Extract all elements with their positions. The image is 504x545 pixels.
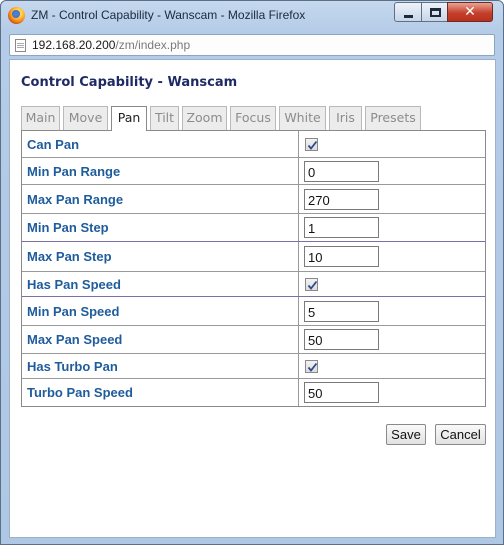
pan-settings-table: Can Pan Min Pan Range Max Pan Range Min … bbox=[21, 130, 486, 407]
has-pan-speed-checkbox[interactable] bbox=[305, 277, 318, 291]
row-can-pan: Can Pan bbox=[22, 131, 485, 157]
field-label: Max Pan Step bbox=[22, 242, 299, 271]
url-bar[interactable]: 192.168.20.200/zm/index.php bbox=[9, 34, 495, 56]
field-label: Min Pan Range bbox=[22, 158, 299, 184]
close-button[interactable]: ✕ bbox=[447, 2, 493, 22]
row-max-pan-step: Max Pan Step bbox=[22, 241, 485, 271]
row-min-pan-step: Min Pan Step bbox=[22, 213, 485, 241]
has-turbo-pan-checkbox[interactable] bbox=[305, 359, 318, 373]
close-icon: ✕ bbox=[464, 4, 476, 20]
field-label: Max Pan Speed bbox=[22, 326, 299, 353]
title-bar[interactable]: ZM - Control Capability - Wanscam - Mozi… bbox=[1, 1, 503, 31]
field-label: Min Pan Step bbox=[22, 214, 299, 241]
min-pan-step-input[interactable] bbox=[304, 217, 379, 238]
tab-tilt[interactable]: Tilt bbox=[150, 106, 179, 130]
page-icon bbox=[15, 39, 26, 52]
row-has-turbo-pan: Has Turbo Pan bbox=[22, 353, 485, 378]
minimize-icon bbox=[404, 15, 413, 18]
field-label: Can Pan bbox=[22, 131, 299, 157]
tab-pan[interactable]: Pan bbox=[111, 106, 147, 131]
tab-iris[interactable]: Iris bbox=[329, 106, 362, 130]
url-path: /zm/index.php bbox=[115, 38, 191, 52]
field-label: Has Turbo Pan bbox=[22, 354, 299, 378]
firefox-icon bbox=[8, 7, 25, 24]
turbo-pan-speed-input[interactable] bbox=[304, 382, 379, 403]
can-pan-checkbox[interactable] bbox=[305, 137, 318, 151]
min-pan-speed-input[interactable] bbox=[304, 300, 379, 322]
browser-window: ZM - Control Capability - Wanscam - Mozi… bbox=[0, 0, 504, 545]
min-pan-range-input[interactable] bbox=[304, 160, 379, 182]
max-pan-step-input[interactable] bbox=[304, 246, 379, 267]
maximize-button[interactable] bbox=[421, 2, 448, 22]
cancel-button[interactable]: Cancel bbox=[435, 424, 486, 445]
tab-white[interactable]: White bbox=[279, 106, 326, 130]
row-turbo-pan-speed: Turbo Pan Speed bbox=[22, 378, 485, 406]
field-label: Has Pan Speed bbox=[22, 272, 299, 296]
save-button[interactable]: Save bbox=[386, 424, 426, 445]
tab-presets[interactable]: Presets bbox=[365, 106, 421, 130]
page-title: Control Capability - Wanscam bbox=[21, 75, 238, 90]
row-min-pan-range: Min Pan Range bbox=[22, 157, 485, 184]
tab-zoom[interactable]: Zoom bbox=[182, 106, 227, 130]
tab-main[interactable]: Main bbox=[21, 106, 60, 130]
row-has-pan-speed: Has Pan Speed bbox=[22, 271, 485, 296]
row-max-pan-range: Max Pan Range bbox=[22, 184, 485, 213]
minimize-button[interactable] bbox=[394, 2, 422, 22]
row-min-pan-speed: Min Pan Speed bbox=[22, 296, 485, 325]
url-host: 192.168.20.200 bbox=[32, 38, 116, 52]
checkmark-icon bbox=[307, 280, 318, 290]
url-text[interactable]: 192.168.20.200/zm/index.php bbox=[32, 38, 190, 52]
max-pan-speed-input[interactable] bbox=[304, 329, 379, 350]
field-label: Min Pan Speed bbox=[22, 297, 299, 325]
field-label: Turbo Pan Speed bbox=[22, 379, 299, 406]
checkmark-icon bbox=[307, 140, 318, 150]
tab-focus[interactable]: Focus bbox=[230, 106, 276, 130]
field-label: Max Pan Range bbox=[22, 185, 299, 213]
tab-move[interactable]: Move bbox=[63, 106, 108, 130]
max-pan-range-input[interactable] bbox=[304, 188, 379, 210]
maximize-icon bbox=[430, 8, 441, 17]
window-title: ZM - Control Capability - Wanscam - Mozi… bbox=[31, 8, 306, 22]
row-max-pan-speed: Max Pan Speed bbox=[22, 325, 485, 353]
checkmark-icon bbox=[307, 362, 318, 372]
page-content: Control Capability - Wanscam Main Move P… bbox=[9, 59, 496, 538]
